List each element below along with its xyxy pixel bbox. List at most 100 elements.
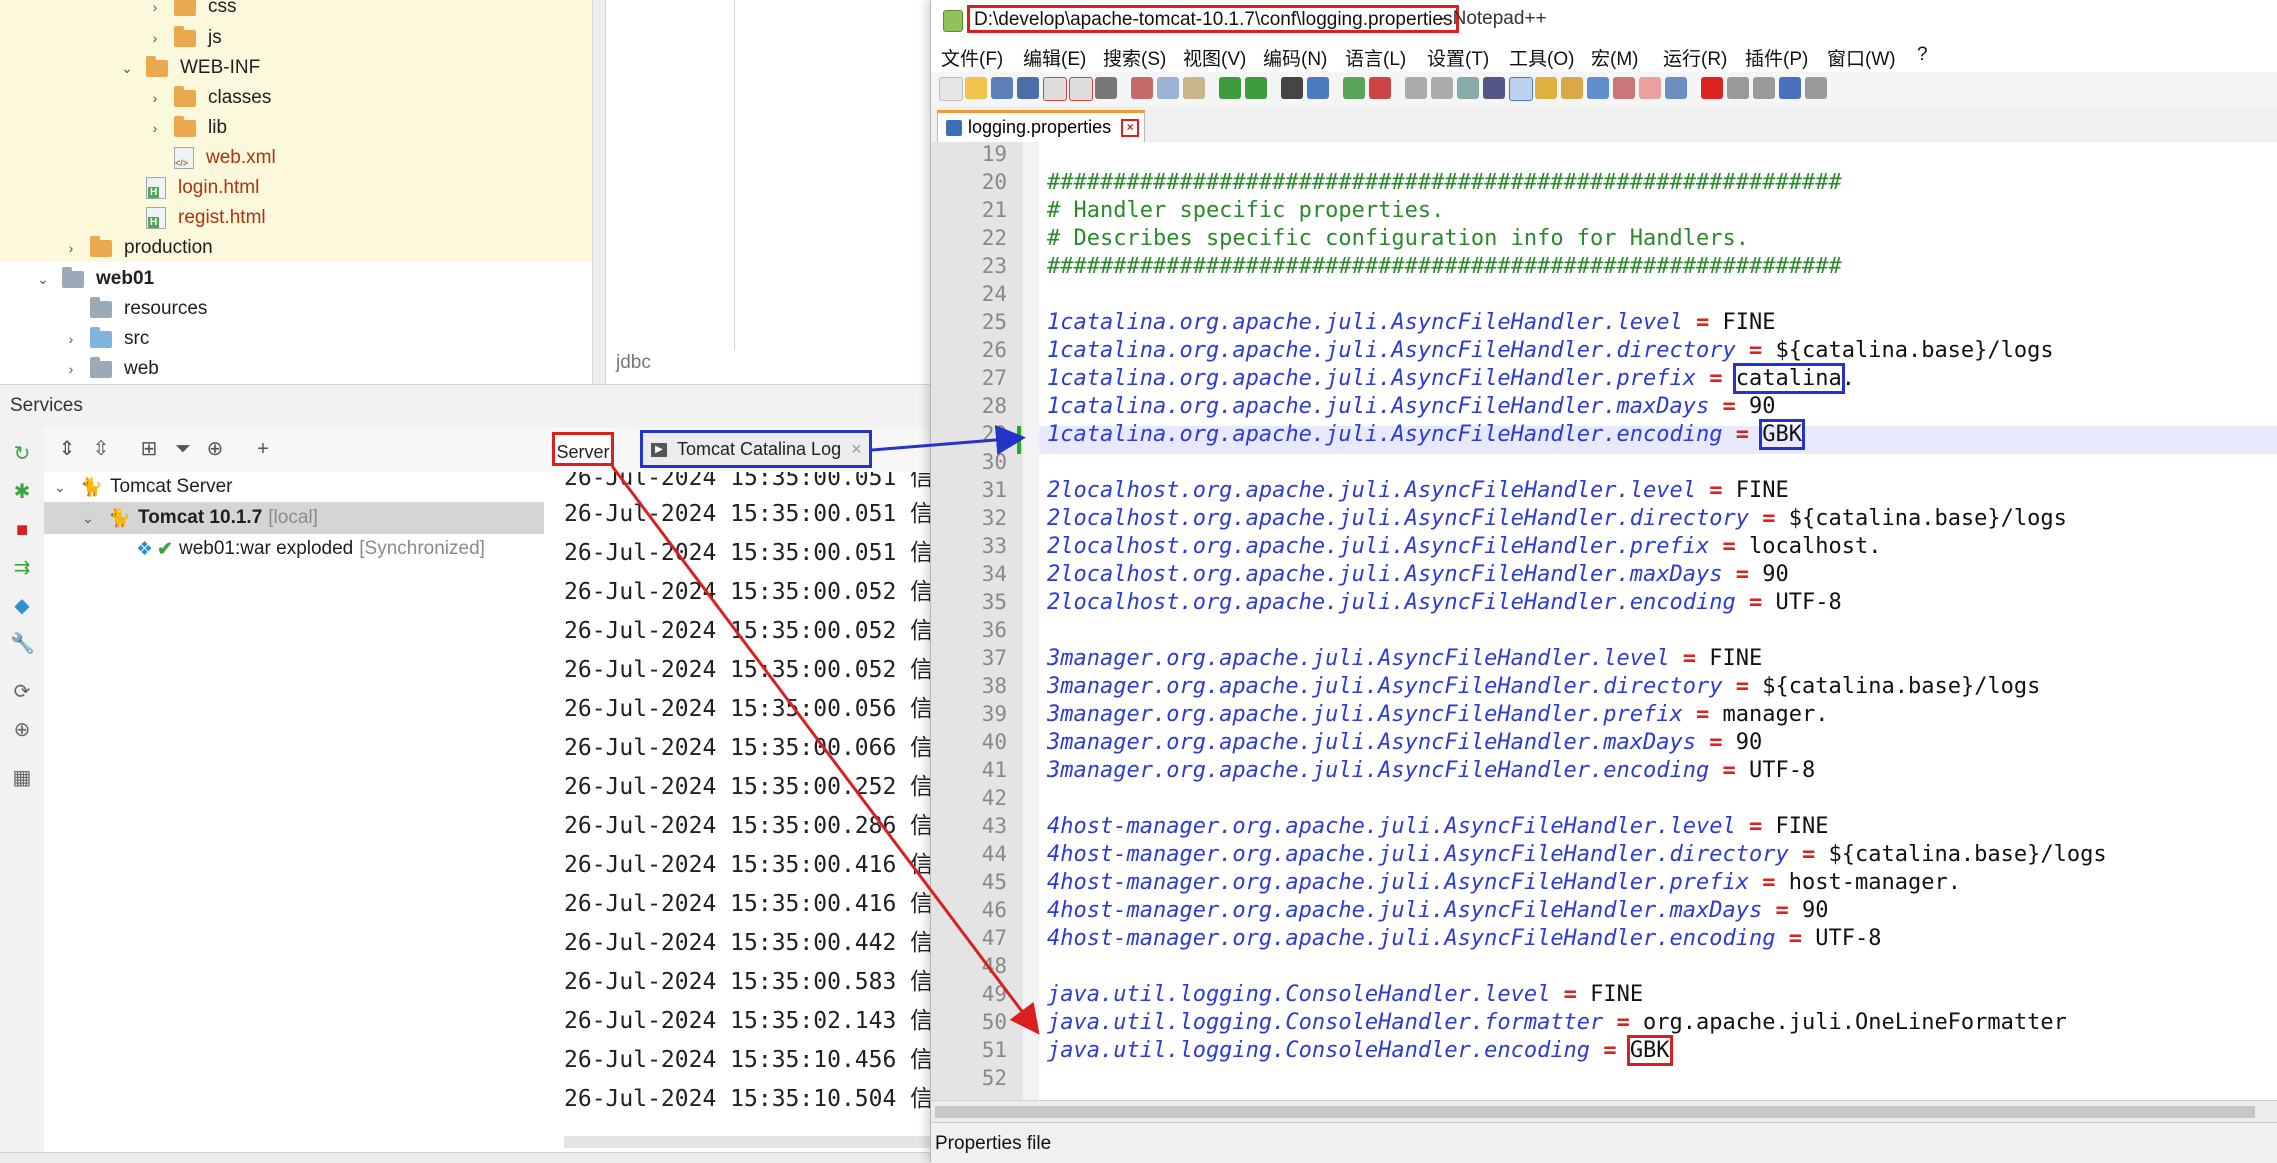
run-macro-multiple-icon[interactable] xyxy=(1779,77,1801,99)
function-list-icon[interactable] xyxy=(1587,77,1609,99)
menu-file[interactable]: 文件(F) xyxy=(941,44,1003,71)
menu-encoding[interactable]: 编码(N) xyxy=(1263,44,1327,71)
tree-item-src[interactable]: › src xyxy=(62,324,149,354)
save-icon[interactable] xyxy=(991,77,1013,99)
tree-item-lib[interactable]: › lib xyxy=(146,113,227,143)
tree-item-classes[interactable]: › classes xyxy=(146,83,271,113)
menu-help[interactable]: ? xyxy=(1917,44,1928,66)
new-service-icon[interactable]: ⊕ xyxy=(202,436,228,462)
copy-icon[interactable] xyxy=(1157,77,1179,99)
debug-icon[interactable]: ✱ xyxy=(10,480,34,504)
menu-window[interactable]: 窗口(W) xyxy=(1827,44,1896,71)
open-file-icon[interactable] xyxy=(965,77,987,99)
sync-vertical-icon[interactable] xyxy=(1405,77,1427,99)
tab-logging-properties[interactable]: logging.properties × xyxy=(937,110,1145,142)
artifact-icon[interactable]: ◆ xyxy=(10,594,34,618)
indent-guide-icon[interactable] xyxy=(1509,77,1533,101)
add-icon[interactable]: + xyxy=(250,436,276,462)
chevron-down-icon[interactable]: ⌄ xyxy=(34,271,52,288)
redo-icon[interactable] xyxy=(1245,77,1267,99)
stop-icon[interactable]: ■ xyxy=(10,518,34,542)
tree-item-production[interactable]: › production xyxy=(62,233,213,263)
find-icon[interactable] xyxy=(1281,77,1303,99)
zoom-out-icon[interactable] xyxy=(1369,77,1391,99)
menu-run[interactable]: 运行(R) xyxy=(1663,44,1727,71)
menu-language[interactable]: 语言(L) xyxy=(1345,44,1406,71)
tree-item-web[interactable]: › web xyxy=(62,354,159,384)
tree-scrollbar[interactable] xyxy=(592,0,605,384)
group-icon[interactable]: ⊞ xyxy=(136,436,162,462)
stop-macro-icon[interactable] xyxy=(1727,77,1749,99)
rerun-icon[interactable]: ↻ xyxy=(10,442,34,466)
zoom-in-icon[interactable] xyxy=(1343,77,1365,99)
show-all-chars-icon[interactable] xyxy=(1483,77,1505,99)
tree-item-web01[interactable]: ⌄ web01 xyxy=(34,264,154,294)
close-icon[interactable]: × xyxy=(1121,119,1140,138)
chevron-right-icon[interactable]: › xyxy=(62,331,80,347)
chevron-right-icon[interactable]: › xyxy=(146,30,164,46)
deploy-icon[interactable]: ⇉ xyxy=(10,556,34,580)
cut-icon[interactable] xyxy=(1131,77,1153,99)
chevron-down-icon[interactable]: ⌄ xyxy=(54,479,72,496)
filter-icon[interactable]: ⏷ xyxy=(170,436,196,462)
chevron-right-icon[interactable]: › xyxy=(146,90,164,106)
layout-icon[interactable]: ▦ xyxy=(10,766,34,790)
chevron-down-icon[interactable]: ⌄ xyxy=(82,510,100,527)
log-output[interactable]: 26-Jul-2024 15:35:00.051 信 26-Jul-2024 1… xyxy=(544,472,930,1162)
log-horizontal-scrollbar[interactable] xyxy=(564,1136,930,1148)
tree-tomcat-instance[interactable]: ⌄ 🐈 Tomcat 10.1.7 [local] xyxy=(82,503,318,533)
editor-horizontal-scrollbar[interactable] xyxy=(931,1100,2277,1123)
menu-tools[interactable]: 工具(O) xyxy=(1509,44,1574,71)
tree-item-resources[interactable]: resources xyxy=(90,294,207,324)
tree-item-login-html[interactable]: login.html xyxy=(146,173,259,203)
tab-catalina-log[interactable]: ▶ Tomcat Catalina Log × xyxy=(640,430,872,468)
replace-icon[interactable] xyxy=(1307,77,1329,99)
find-icon[interactable]: ⊕ xyxy=(10,718,34,742)
close-all-icon[interactable] xyxy=(1069,77,1093,101)
menu-edit[interactable]: 编辑(E) xyxy=(1023,44,1086,71)
monitoring-icon[interactable] xyxy=(1639,77,1661,99)
scrollbar-thumb[interactable] xyxy=(935,1106,2255,1118)
close-file-icon[interactable] xyxy=(1043,77,1067,101)
code-editor[interactable]: 19 20 21 22 23 24 25 26 27 28 29 30 31 3… xyxy=(931,142,2277,1100)
play-macro-icon[interactable] xyxy=(1753,77,1775,99)
tree-item-web-inf[interactable]: ⌄ WEB-INF xyxy=(118,53,260,83)
wrench-icon[interactable]: 🔧 xyxy=(10,632,35,656)
tree-item-js[interactable]: › js xyxy=(146,23,222,53)
menu-view[interactable]: 视图(V) xyxy=(1183,44,1246,71)
menu-search[interactable]: 搜索(S) xyxy=(1103,44,1166,71)
print-icon[interactable] xyxy=(1095,77,1117,99)
chevron-right-icon[interactable]: › xyxy=(146,0,164,15)
close-icon[interactable]: × xyxy=(851,439,862,459)
tree-item-css[interactable]: › css xyxy=(146,0,237,22)
doc-map-icon[interactable] xyxy=(1561,77,1583,99)
collapse-all-icon[interactable]: ⇳ xyxy=(88,436,114,462)
tree-item-regist-html[interactable]: regist.html xyxy=(146,203,266,233)
tab-jdbc[interactable]: jdbc xyxy=(616,352,651,374)
tree-item-web-xml[interactable]: web.xml xyxy=(174,143,276,173)
save-all-icon[interactable] xyxy=(1017,77,1039,99)
chevron-right-icon[interactable]: › xyxy=(146,120,164,136)
menu-macro[interactable]: 宏(M) xyxy=(1591,44,1638,71)
menu-settings[interactable]: 设置(T) xyxy=(1427,44,1489,71)
udl-icon[interactable] xyxy=(1535,77,1557,99)
chevron-down-icon[interactable]: ⌄ xyxy=(118,60,136,77)
word-wrap-icon[interactable] xyxy=(1457,77,1479,99)
expand-all-icon[interactable]: ⇕ xyxy=(54,436,80,462)
tree-tomcat-server[interactable]: ⌄ 🐈 Tomcat Server xyxy=(54,472,232,502)
chevron-right-icon[interactable]: › xyxy=(62,240,80,256)
refresh-icon[interactable]: ⟳ xyxy=(10,680,34,704)
paste-icon[interactable] xyxy=(1183,77,1205,99)
save-macro-icon[interactable] xyxy=(1805,77,1827,99)
new-file-icon[interactable] xyxy=(939,77,963,101)
menu-plugins[interactable]: 插件(P) xyxy=(1745,44,1808,71)
sync-horizontal-icon[interactable] xyxy=(1431,77,1453,99)
tree-artifact[interactable]: ❖ ✔ web01:war exploded [Synchronized] xyxy=(136,534,485,564)
folder-workspace-icon[interactable] xyxy=(1613,77,1635,99)
tab-server[interactable]: Server xyxy=(552,432,614,466)
preview-icon[interactable] xyxy=(1665,77,1687,99)
chevron-right-icon[interactable]: › xyxy=(62,361,80,377)
record-macro-icon[interactable] xyxy=(1701,77,1723,99)
code-line-47: 4host-manager.org.apache.juli.AsyncFileH… xyxy=(1047,926,1882,951)
undo-icon[interactable] xyxy=(1219,77,1241,99)
